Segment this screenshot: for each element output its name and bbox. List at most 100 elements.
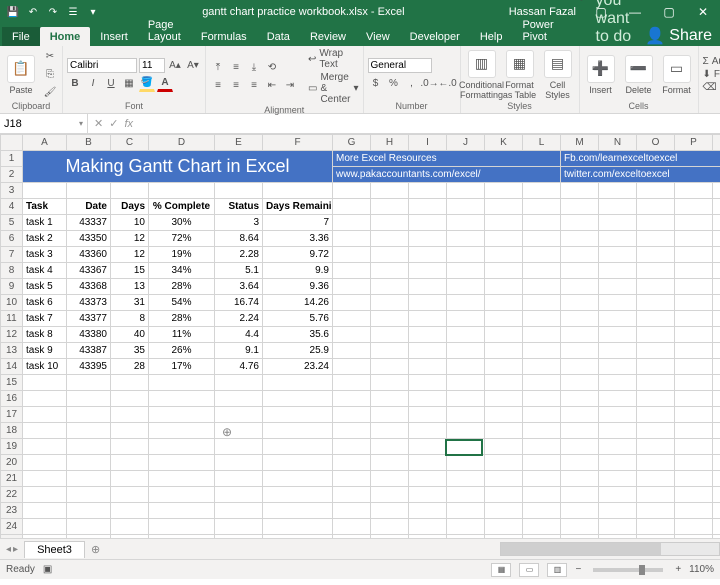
cell[interactable] xyxy=(599,375,637,391)
cell[interactable]: 2.28 xyxy=(215,247,263,263)
cell[interactable] xyxy=(675,311,713,327)
cell[interactable] xyxy=(447,407,485,423)
cell[interactable] xyxy=(447,519,485,535)
cell[interactable] xyxy=(637,471,675,487)
row-header[interactable]: 1 xyxy=(1,151,23,167)
cell[interactable]: 43373 xyxy=(67,295,111,311)
cell[interactable] xyxy=(333,343,371,359)
cell[interactable] xyxy=(67,519,111,535)
cell[interactable] xyxy=(371,215,409,231)
cell[interactable] xyxy=(675,455,713,471)
cell[interactable] xyxy=(111,535,149,539)
cell[interactable] xyxy=(447,439,485,455)
cell[interactable]: 3.64 xyxy=(215,279,263,295)
cell[interactable] xyxy=(371,247,409,263)
cell[interactable] xyxy=(485,407,523,423)
cell[interactable] xyxy=(485,455,523,471)
align-right-icon[interactable]: ≡ xyxy=(246,78,262,94)
bold-button[interactable]: B xyxy=(67,76,83,92)
cell[interactable] xyxy=(409,487,447,503)
cell[interactable] xyxy=(447,311,485,327)
underline-button[interactable]: U xyxy=(103,76,119,92)
tab-formulas[interactable]: Formulas xyxy=(191,27,257,46)
cell[interactable]: 9.36 xyxy=(263,279,333,295)
cell[interactable] xyxy=(485,343,523,359)
cell[interactable] xyxy=(561,231,599,247)
cell[interactable] xyxy=(23,487,67,503)
cell[interactable] xyxy=(371,183,409,199)
cell[interactable] xyxy=(485,311,523,327)
border-button[interactable]: ▦ xyxy=(121,76,137,92)
italic-button[interactable]: I xyxy=(85,76,101,92)
column-header[interactable]: F xyxy=(263,135,333,151)
cell[interactable] xyxy=(23,471,67,487)
save-icon[interactable]: 💾 xyxy=(6,5,20,19)
cell[interactable]: task 5 xyxy=(23,279,67,295)
row-header[interactable]: 10 xyxy=(1,295,23,311)
tab-view[interactable]: View xyxy=(356,27,400,46)
cancel-formula-icon[interactable]: ✕ xyxy=(94,117,103,130)
cell[interactable] xyxy=(675,407,713,423)
decrease-indent-icon[interactable]: ⇤ xyxy=(264,78,280,94)
cell[interactable] xyxy=(333,519,371,535)
cell[interactable]: 30% xyxy=(149,215,215,231)
cell[interactable] xyxy=(523,359,561,375)
tab-developer[interactable]: Developer xyxy=(400,27,470,46)
cell[interactable] xyxy=(67,375,111,391)
tab-page-layout[interactable]: Page Layout xyxy=(138,15,191,46)
column-header[interactable]: I xyxy=(409,135,447,151)
cell[interactable] xyxy=(485,263,523,279)
cell[interactable] xyxy=(149,375,215,391)
cell[interactable]: 9.1 xyxy=(215,343,263,359)
cell[interactable] xyxy=(409,407,447,423)
select-all-button[interactable] xyxy=(1,135,23,151)
cell[interactable] xyxy=(675,263,713,279)
row-header[interactable]: 6 xyxy=(1,231,23,247)
tab-insert[interactable]: Insert xyxy=(90,27,138,46)
cell[interactable]: 10 xyxy=(111,215,149,231)
column-header[interactable]: G xyxy=(333,135,371,151)
cell[interactable] xyxy=(637,327,675,343)
cell[interactable] xyxy=(371,359,409,375)
orientation-icon[interactable]: ⟲ xyxy=(264,60,280,76)
cell[interactable] xyxy=(485,439,523,455)
cell[interactable]: task 10 xyxy=(23,359,67,375)
column-header[interactable]: N xyxy=(599,135,637,151)
horizontal-scrollbar[interactable] xyxy=(500,542,720,556)
cell[interactable] xyxy=(67,423,111,439)
cell[interactable] xyxy=(371,391,409,407)
cell[interactable] xyxy=(523,455,561,471)
cell[interactable]: 43368 xyxy=(67,279,111,295)
cell[interactable] xyxy=(561,391,599,407)
cell[interactable] xyxy=(215,471,263,487)
cell[interactable] xyxy=(111,423,149,439)
cell[interactable]: 5.1 xyxy=(215,263,263,279)
cell[interactable] xyxy=(409,535,447,539)
cell[interactable] xyxy=(67,439,111,455)
cell[interactable] xyxy=(713,455,720,471)
cell[interactable] xyxy=(371,343,409,359)
cell[interactable] xyxy=(215,503,263,519)
cell[interactable] xyxy=(215,439,263,455)
cell[interactable] xyxy=(523,407,561,423)
cell[interactable] xyxy=(599,519,637,535)
row-header[interactable]: 17 xyxy=(1,407,23,423)
cell[interactable]: 43387 xyxy=(67,343,111,359)
tab-review[interactable]: Review xyxy=(300,27,356,46)
cell[interactable]: 72% xyxy=(149,231,215,247)
cell[interactable] xyxy=(371,487,409,503)
cell[interactable]: 35.6 xyxy=(263,327,333,343)
cell[interactable] xyxy=(713,391,720,407)
cell[interactable] xyxy=(371,199,409,215)
cell-styles-button[interactable]: ▤ Cell Styles xyxy=(541,50,575,100)
cell[interactable] xyxy=(485,231,523,247)
cell[interactable]: 43350 xyxy=(67,231,111,247)
cell[interactable] xyxy=(561,311,599,327)
cell[interactable] xyxy=(523,375,561,391)
cell[interactable] xyxy=(561,407,599,423)
cell[interactable] xyxy=(675,519,713,535)
cell[interactable] xyxy=(599,535,637,539)
cell[interactable] xyxy=(371,279,409,295)
undo-icon[interactable]: ↶ xyxy=(26,5,40,19)
cell[interactable] xyxy=(599,263,637,279)
